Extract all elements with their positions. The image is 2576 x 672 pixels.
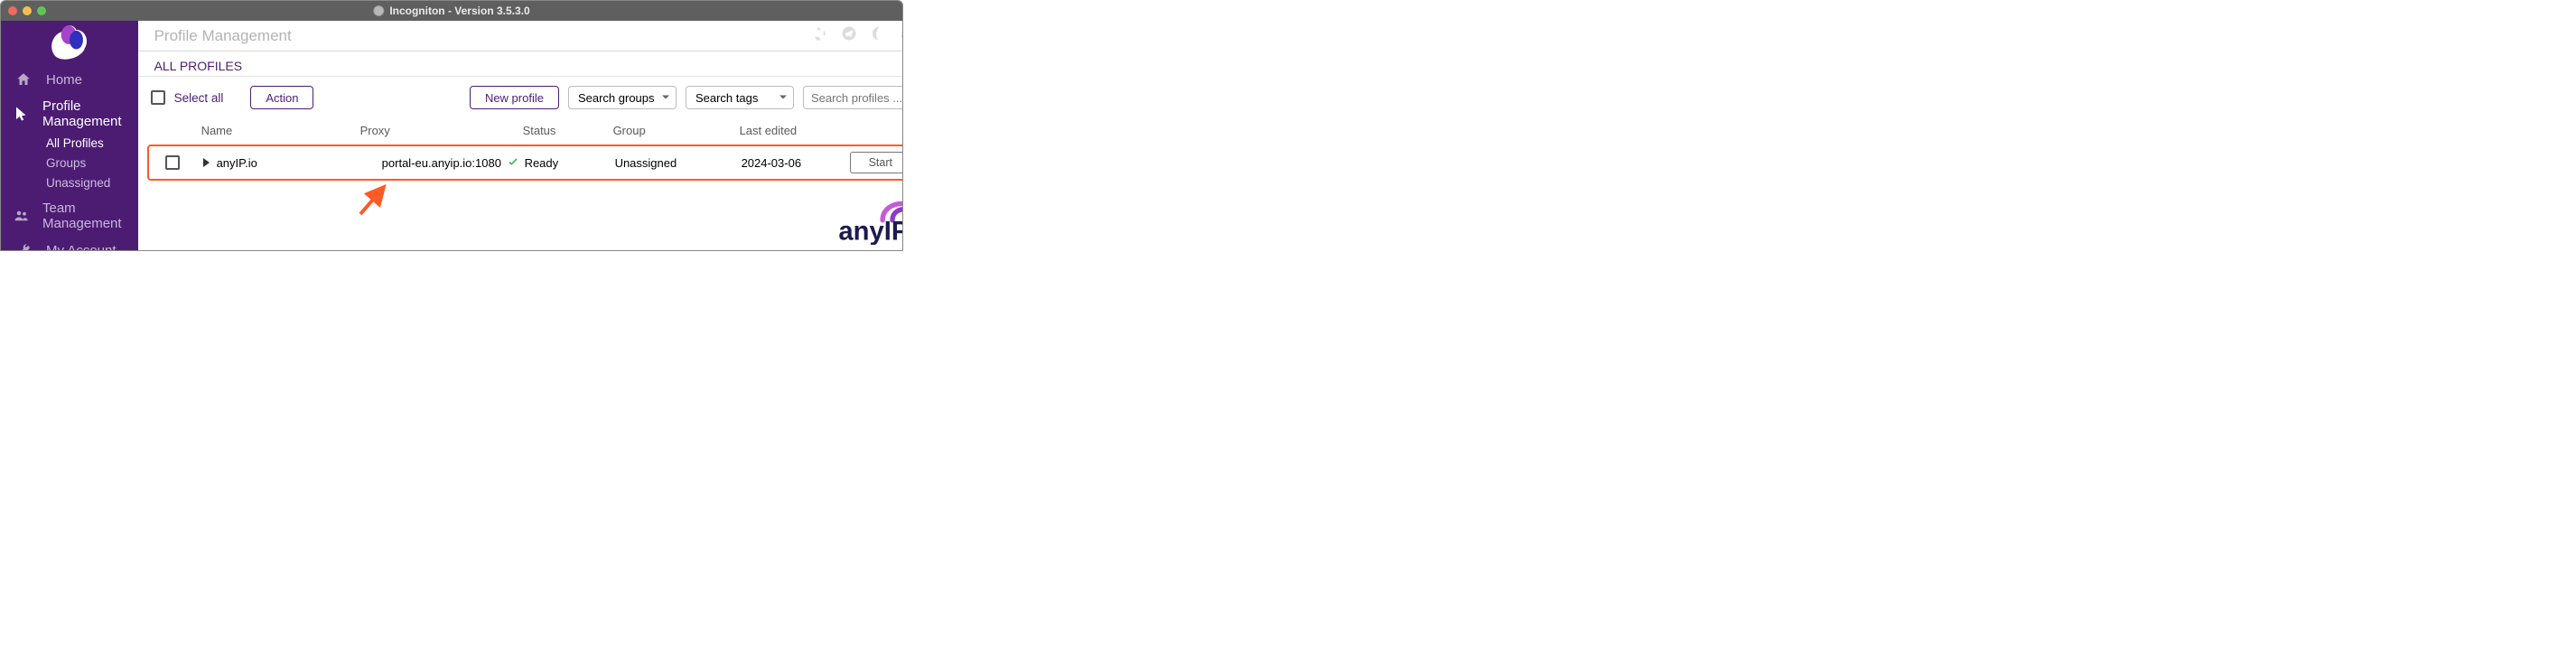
window-titlebar: Incogniton - Version 3.5.3.0 [1,1,902,21]
cell-group: Unassigned [615,156,742,170]
sidebar-item-label: Team Management [42,201,126,231]
table-header: Name Proxy Status Group Last edited [138,118,903,143]
cell-name: anyIP.io [217,156,257,170]
expand-row-icon[interactable] [203,158,210,167]
sidebar-item-label: My Account [46,243,117,252]
close-window-button[interactable] [8,6,17,15]
proxy-ok-icon [505,156,519,170]
cell-proxy: portal-eu.anyip.io:1080 [382,156,501,170]
page-title: Profile Management [154,27,292,45]
profiles-table: Name Proxy Status Group Last edited [138,118,903,181]
sidebar: Home Profile Management All Profiles Gro… [1,21,138,250]
search-profiles-input[interactable] [803,86,903,109]
col-proxy: Proxy [360,124,523,137]
sidebar-item-my-account[interactable]: My Account [1,237,138,251]
highlighted-row-annotation: anyIP.io portal-eu.anyip.io:1080 Ready U… [147,145,903,181]
search-groups-label: Search groups [578,91,655,105]
traffic-lights [8,6,46,15]
start-button[interactable]: Start [850,152,903,173]
select-all-label: Select all [174,91,224,105]
refresh-icon[interactable] [899,25,903,46]
search-tags-select[interactable]: Search tags [686,86,794,109]
sidebar-item-profile-management[interactable]: Profile Management [1,93,138,135]
search-groups-select[interactable]: Search groups [568,86,677,109]
team-icon [14,208,30,224]
minimize-window-button[interactable] [23,6,32,15]
cell-status: Ready [525,156,615,170]
app-icon [373,5,384,16]
cell-last-edited: 2024-03-06 [742,156,850,170]
col-edited: Last edited [740,124,848,137]
sidebar-subitem-unassigned[interactable]: Unassigned [46,174,138,191]
page-header: Profile Management [138,21,903,51]
select-all-checkbox[interactable] [151,90,165,105]
moon-icon[interactable] [870,25,886,46]
action-button[interactable]: Action [250,86,313,109]
sidebar-item-team-management[interactable]: Team Management [1,195,138,237]
sidebar-item-label: Profile Management [42,98,126,129]
table-row[interactable]: anyIP.io portal-eu.anyip.io:1080 Ready U… [149,146,903,179]
app-window: Incogniton - Version 3.5.3.0 Home [0,0,903,251]
new-profile-button[interactable]: New profile [470,86,559,109]
recycle-icon[interactable] [812,25,828,46]
chevron-down-icon [779,91,788,105]
chevron-down-icon [661,91,670,105]
maximize-window-button[interactable] [37,6,46,15]
profile-management-subitems: All Profiles Groups Unassigned [1,135,138,191]
nav: Home Profile Management All Profiles Gro… [1,64,138,251]
app-logo [1,21,138,64]
main-panel: Profile Management ALL PROFILES Select a… [138,21,903,250]
row-checkbox[interactable] [165,155,180,170]
col-group: Group [613,124,740,137]
window-title: Incogniton - Version 3.5.3.0 [373,5,529,17]
cursor-icon [14,106,30,122]
window-title-text: Incogniton - Version 3.5.3.0 [389,5,529,17]
telegram-icon[interactable] [841,25,857,46]
anyip-watermark: anyIP [834,191,903,245]
toolbar: Select all Action New profile Search gro… [138,77,903,118]
header-icons [812,25,903,46]
col-status: Status [523,124,613,137]
svg-text:anyIP: anyIP [838,217,903,245]
sidebar-subitem-all-profiles[interactable]: All Profiles [46,135,138,152]
search-tags-label: Search tags [695,91,758,105]
home-icon [14,71,33,88]
sidebar-subitem-groups[interactable]: Groups [46,154,138,172]
sidebar-item-home[interactable]: Home [1,66,138,93]
sidebar-item-label: Home [46,72,82,88]
wrench-icon [14,242,33,251]
col-name: Name [189,124,360,137]
annotation-arrow [357,182,393,218]
section-title: ALL PROFILES [138,51,903,77]
